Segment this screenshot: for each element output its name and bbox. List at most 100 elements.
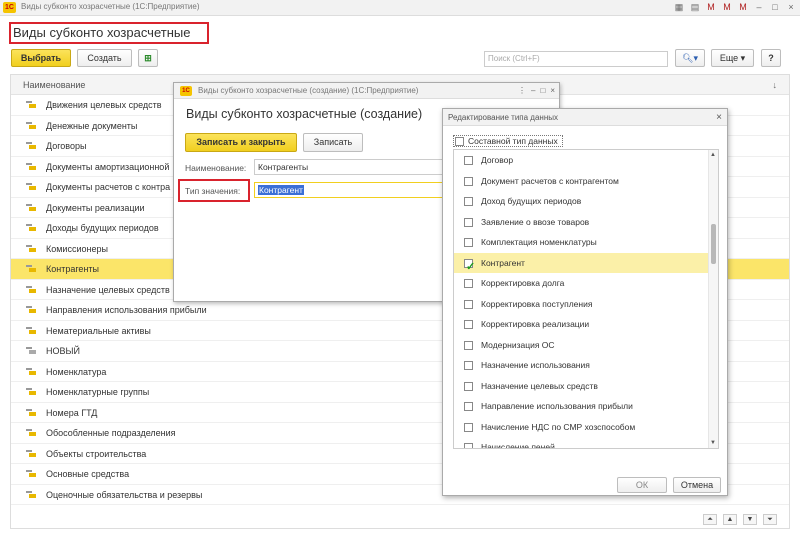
app-logo: 1С	[3, 2, 16, 13]
help-button[interactable]: ?	[761, 49, 781, 67]
type-checkbox[interactable]	[464, 156, 473, 165]
catalog-item-icon	[26, 265, 36, 273]
scroll-down-arrow-icon[interactable]: ▼	[710, 440, 716, 446]
type-value: Контрагент	[258, 185, 304, 195]
type-list-item[interactable]: ✓ Контрагент	[454, 252, 709, 273]
catalog-item-icon	[26, 347, 36, 355]
catalog-item-icon	[26, 244, 36, 253]
cancel-button[interactable]: Отмена	[673, 477, 721, 493]
memory-add-icon[interactable]: M	[722, 1, 732, 13]
type-list-scrollbar[interactable]: ▲ ▼	[708, 150, 718, 448]
more-button[interactable]: Еще ▾	[711, 49, 754, 67]
save-and-close-button[interactable]: Записать и закрыть	[185, 133, 297, 152]
type-checkbox[interactable]	[464, 320, 473, 329]
catalog-item-icon	[26, 121, 36, 130]
type-checkbox[interactable]	[464, 299, 473, 309]
column-header-label: Наименование	[23, 80, 86, 90]
type-checkbox[interactable]	[464, 402, 473, 411]
name-field[interactable]: Контрагенты	[254, 159, 454, 175]
type-checkbox[interactable]	[464, 176, 473, 186]
list-item-label: Документы расчетов с контра	[46, 182, 171, 192]
create-dialog-window-title: Виды субконто хозрасчетные (создание) (1…	[198, 86, 419, 95]
scroll-bottom-icon[interactable]: ⏷	[763, 514, 777, 525]
composite-type-checkbox[interactable]	[455, 137, 464, 146]
save-button[interactable]: Записать	[303, 133, 363, 152]
type-list-item[interactable]: Начисление пеней	[454, 437, 709, 448]
memory-subtract-icon[interactable]: M	[738, 1, 748, 13]
dialog-app-logo: 1С	[180, 86, 192, 96]
scrollbar-thumb[interactable]	[711, 224, 716, 264]
scroll-up-arrow-icon[interactable]: ▲	[710, 152, 716, 158]
close-icon[interactable]: ×	[786, 1, 796, 13]
scroll-top-icon[interactable]: ⏶	[703, 514, 717, 525]
memory-icon[interactable]: M	[706, 1, 716, 13]
catalog-item-icon	[26, 203, 36, 212]
catalog-item-icon	[26, 367, 36, 376]
select-button[interactable]: Выбрать	[11, 49, 71, 67]
catalog-item-icon	[26, 162, 36, 171]
list-item-label: Оценочные обязательства и резервы	[46, 489, 203, 500]
ok-button[interactable]: ОК	[617, 477, 667, 493]
list-item-label: Документы амортизационной	[46, 161, 170, 172]
type-checkbox[interactable]	[464, 238, 473, 247]
calendar-icon[interactable]: ▦	[674, 1, 684, 13]
type-list-item[interactable]: Направление использования прибыли	[454, 396, 709, 417]
create-dialog-heading: Виды субконто хозрасчетные (создание)	[186, 107, 423, 121]
search-input[interactable]: Поиск (Ctrl+F)	[484, 51, 668, 67]
scroll-up-icon[interactable]: ▲	[723, 514, 737, 525]
list-item-label: Направления использования прибыли	[46, 305, 207, 315]
type-checkbox[interactable]	[464, 422, 473, 432]
maximize-icon[interactable]: □	[770, 1, 780, 13]
calculator-icon[interactable]: ▤	[690, 1, 700, 13]
type-list-item[interactable]: Комплектация номенклатуры	[454, 232, 709, 253]
type-dialog-close-icon[interactable]: ×	[716, 109, 722, 126]
type-checkbox[interactable]	[464, 381, 473, 391]
type-checkbox[interactable]	[464, 197, 473, 206]
type-list[interactable]: Договор Документ расчетов с контрагентом Д…	[453, 149, 719, 449]
type-checkbox[interactable]	[464, 217, 473, 227]
titlebar-tools: ▦ ▤ M M M – □ ×	[674, 1, 796, 13]
list-item-label: Номенклатура	[46, 366, 107, 377]
type-list-item[interactable]: Корректировка реализации	[454, 314, 709, 335]
list-item-label: НОВЫЙ	[46, 346, 80, 356]
list-item-label: Основные средства	[46, 469, 130, 479]
catalog-item-icon	[26, 224, 36, 232]
scroll-down-icon[interactable]: ▼	[743, 514, 757, 525]
type-checkbox[interactable]	[464, 361, 473, 370]
type-checkbox[interactable]	[464, 340, 473, 350]
type-checkbox[interactable]: ✓	[464, 258, 475, 273]
type-list-item[interactable]: Корректировка долга	[454, 273, 709, 294]
search-icon[interactable]: 🔍︎▾	[675, 49, 705, 67]
copy-icon[interactable]: ⊞	[138, 49, 158, 67]
type-list-item[interactable]: Корректировка поступления	[454, 294, 709, 315]
type-item-label: Направление использования прибыли	[481, 401, 633, 411]
type-list-item[interactable]: Модернизация ОС	[454, 335, 709, 356]
type-list-item[interactable]: Назначение целевых средств	[454, 376, 709, 397]
type-list-item[interactable]: Договор	[454, 150, 709, 171]
type-list-item[interactable]: Доход будущих периодов	[454, 191, 709, 212]
create-dialog-tools: ⋮ – □ ×	[518, 83, 555, 99]
list-item-label: Номенклатурные группы	[46, 387, 150, 397]
catalog-item-icon	[26, 142, 36, 150]
type-list-item[interactable]: Начисление НДС по СМР хозспособом	[454, 417, 709, 438]
type-checkbox[interactable]	[464, 279, 473, 288]
minimize-icon[interactable]: –	[754, 1, 764, 13]
type-list-item[interactable]: Назначение использования	[454, 355, 709, 376]
type-label: Тип значения:	[185, 186, 241, 196]
type-list-item[interactable]: Документ расчетов с контрагентом	[454, 171, 709, 192]
type-item-label: Назначение целевых средств	[481, 380, 598, 391]
dialog-minimize-icon[interactable]: –	[531, 83, 535, 99]
type-dialog-title: Редактирование типа данных	[448, 113, 559, 122]
list-item-label: Назначение целевых средств	[46, 284, 170, 295]
type-checkbox[interactable]	[464, 443, 473, 448]
type-list-item[interactable]: Заявление о ввозе товаров	[454, 212, 709, 233]
dialog-maximize-icon[interactable]: □	[540, 83, 545, 99]
type-field[interactable]: Контрагент	[254, 182, 454, 198]
type-edit-dialog: Редактирование типа данных × Составной т…	[442, 108, 728, 496]
dialog-menu-icon[interactable]: ⋮	[518, 83, 526, 99]
page-title: Виды субконто хозрасчетные	[9, 22, 209, 44]
create-button[interactable]: Создать	[77, 49, 132, 67]
type-item-label: Модернизация ОС	[481, 339, 555, 350]
dialog-close-icon[interactable]: ×	[550, 83, 555, 99]
catalog-item-icon	[26, 101, 36, 109]
